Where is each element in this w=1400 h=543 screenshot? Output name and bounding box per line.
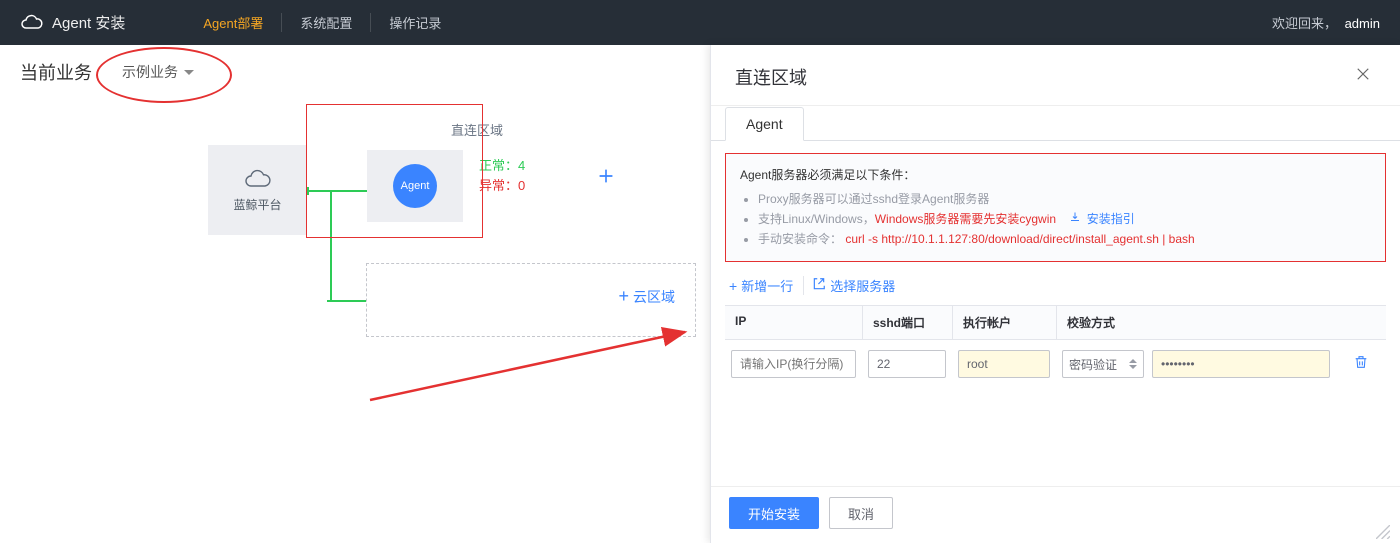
drawer-title: 直连区域: [735, 64, 807, 90]
download-icon: [1069, 209, 1081, 221]
platform-label: 蓝鲸平台: [233, 196, 281, 213]
direct-area-title: 直连区域: [307, 106, 647, 139]
sort-icon: [1126, 359, 1137, 369]
nav-config[interactable]: 系统配置: [282, 13, 371, 32]
biz-selected-value: 示例业务: [122, 62, 178, 82]
side-drawer: 直连区域 Agent Agent服务器必须满足以下条件： Proxy服务器可以通…: [710, 45, 1400, 543]
port-input[interactable]: [868, 350, 946, 378]
status-block: 正常：4 异常：0: [479, 156, 525, 196]
user-input[interactable]: [958, 350, 1050, 378]
row-toolbar: + 新增一行 选择服务器: [725, 262, 1386, 305]
status-abnormal: 异常：0: [479, 176, 525, 196]
delete-row-button[interactable]: [1353, 357, 1369, 374]
requirement-item: Proxy服务器可以通过sshd登录Agent服务器: [758, 189, 1371, 209]
cancel-button[interactable]: 取消: [829, 497, 893, 529]
password-input[interactable]: [1152, 350, 1330, 378]
drawer-header: 直连区域: [711, 45, 1400, 106]
col-auth: 校验方式: [1056, 306, 1386, 339]
ip-input[interactable]: [731, 350, 856, 378]
cloud-icon: [20, 11, 44, 35]
platform-card[interactable]: 蓝鲸平台: [208, 145, 307, 235]
status-normal: 正常：4: [479, 156, 525, 176]
agent-card[interactable]: Agent: [367, 150, 463, 222]
select-server-button[interactable]: 选择服务器: [812, 276, 905, 295]
cloud-icon: [244, 168, 272, 188]
submit-button[interactable]: 开始安装: [729, 497, 819, 529]
trash-icon: [1353, 354, 1369, 370]
welcome-text: 欢迎回来，: [1272, 16, 1337, 31]
chevron-down-icon: [184, 70, 194, 75]
auth-select[interactable]: 密码验证: [1062, 350, 1144, 378]
col-port: sshd端口: [862, 306, 952, 339]
plus-icon: [595, 165, 617, 187]
nav-logs[interactable]: 操作记录: [371, 13, 459, 32]
import-icon: [812, 277, 826, 294]
add-cloud-area-button[interactable]: + 云区域: [618, 286, 675, 307]
col-ip: IP: [725, 306, 862, 339]
cloud-area[interactable]: + 云区域: [366, 263, 696, 337]
add-direct-area-button[interactable]: [592, 162, 620, 190]
requirements-title: Agent服务器必须满足以下条件：: [740, 166, 1371, 183]
close-icon: [1354, 65, 1372, 83]
top-nav: Agent部署 系统配置 操作记录: [185, 13, 459, 32]
app-title: Agent 安装: [52, 12, 125, 33]
requirement-item: 手动安装命令： curl -s http://10.1.1.127:80/dow…: [758, 229, 1371, 249]
install-guide-link[interactable]: 安装指引: [1069, 212, 1134, 226]
main-area: 当前业务 示例业务 蓝鲸平台 直连区域 Agent 正常：4: [0, 45, 1400, 543]
biz-select[interactable]: 示例业务: [122, 62, 194, 82]
app-header: Agent 安装 Agent部署 系统配置 操作记录 欢迎回来， admin: [0, 0, 1400, 45]
username: admin: [1345, 16, 1380, 31]
plus-icon: +: [618, 286, 629, 307]
biz-label: 当前业务: [20, 59, 92, 85]
plus-icon: +: [729, 278, 737, 294]
nav-deploy[interactable]: Agent部署: [185, 13, 282, 32]
server-table: IP sshd端口 执行帐户 校验方式: [725, 305, 1386, 384]
agent-badge: Agent: [393, 164, 437, 208]
tab-agent[interactable]: Agent: [725, 107, 804, 141]
close-button[interactable]: [1350, 61, 1376, 93]
add-row-button[interactable]: + 新增一行: [729, 276, 804, 295]
direct-area: 直连区域 Agent 正常：4 异常：0: [307, 106, 647, 234]
drawer-body: Agent服务器必须满足以下条件： Proxy服务器可以通过sshd登录Agen…: [711, 140, 1400, 486]
requirements-box: Agent服务器必须满足以下条件： Proxy服务器可以通过sshd登录Agen…: [725, 153, 1386, 262]
requirement-item: 支持Linux/Windows，Windows服务器需要先安装cygwin 安装…: [758, 209, 1371, 229]
drawer-footer: 开始安装 取消: [711, 486, 1400, 543]
table-header: IP sshd端口 执行帐户 校验方式: [725, 305, 1386, 340]
connector-line: [330, 300, 366, 302]
drawer-tabs: Agent: [711, 106, 1400, 140]
app-logo: Agent 安装: [20, 11, 125, 35]
col-user: 执行帐户: [952, 306, 1056, 339]
cloud-area-label: 云区域: [633, 287, 675, 307]
table-row: 密码验证: [725, 340, 1386, 384]
auth-selected: 密码验证: [1069, 356, 1117, 373]
user-area[interactable]: 欢迎回来， admin: [1272, 13, 1380, 32]
